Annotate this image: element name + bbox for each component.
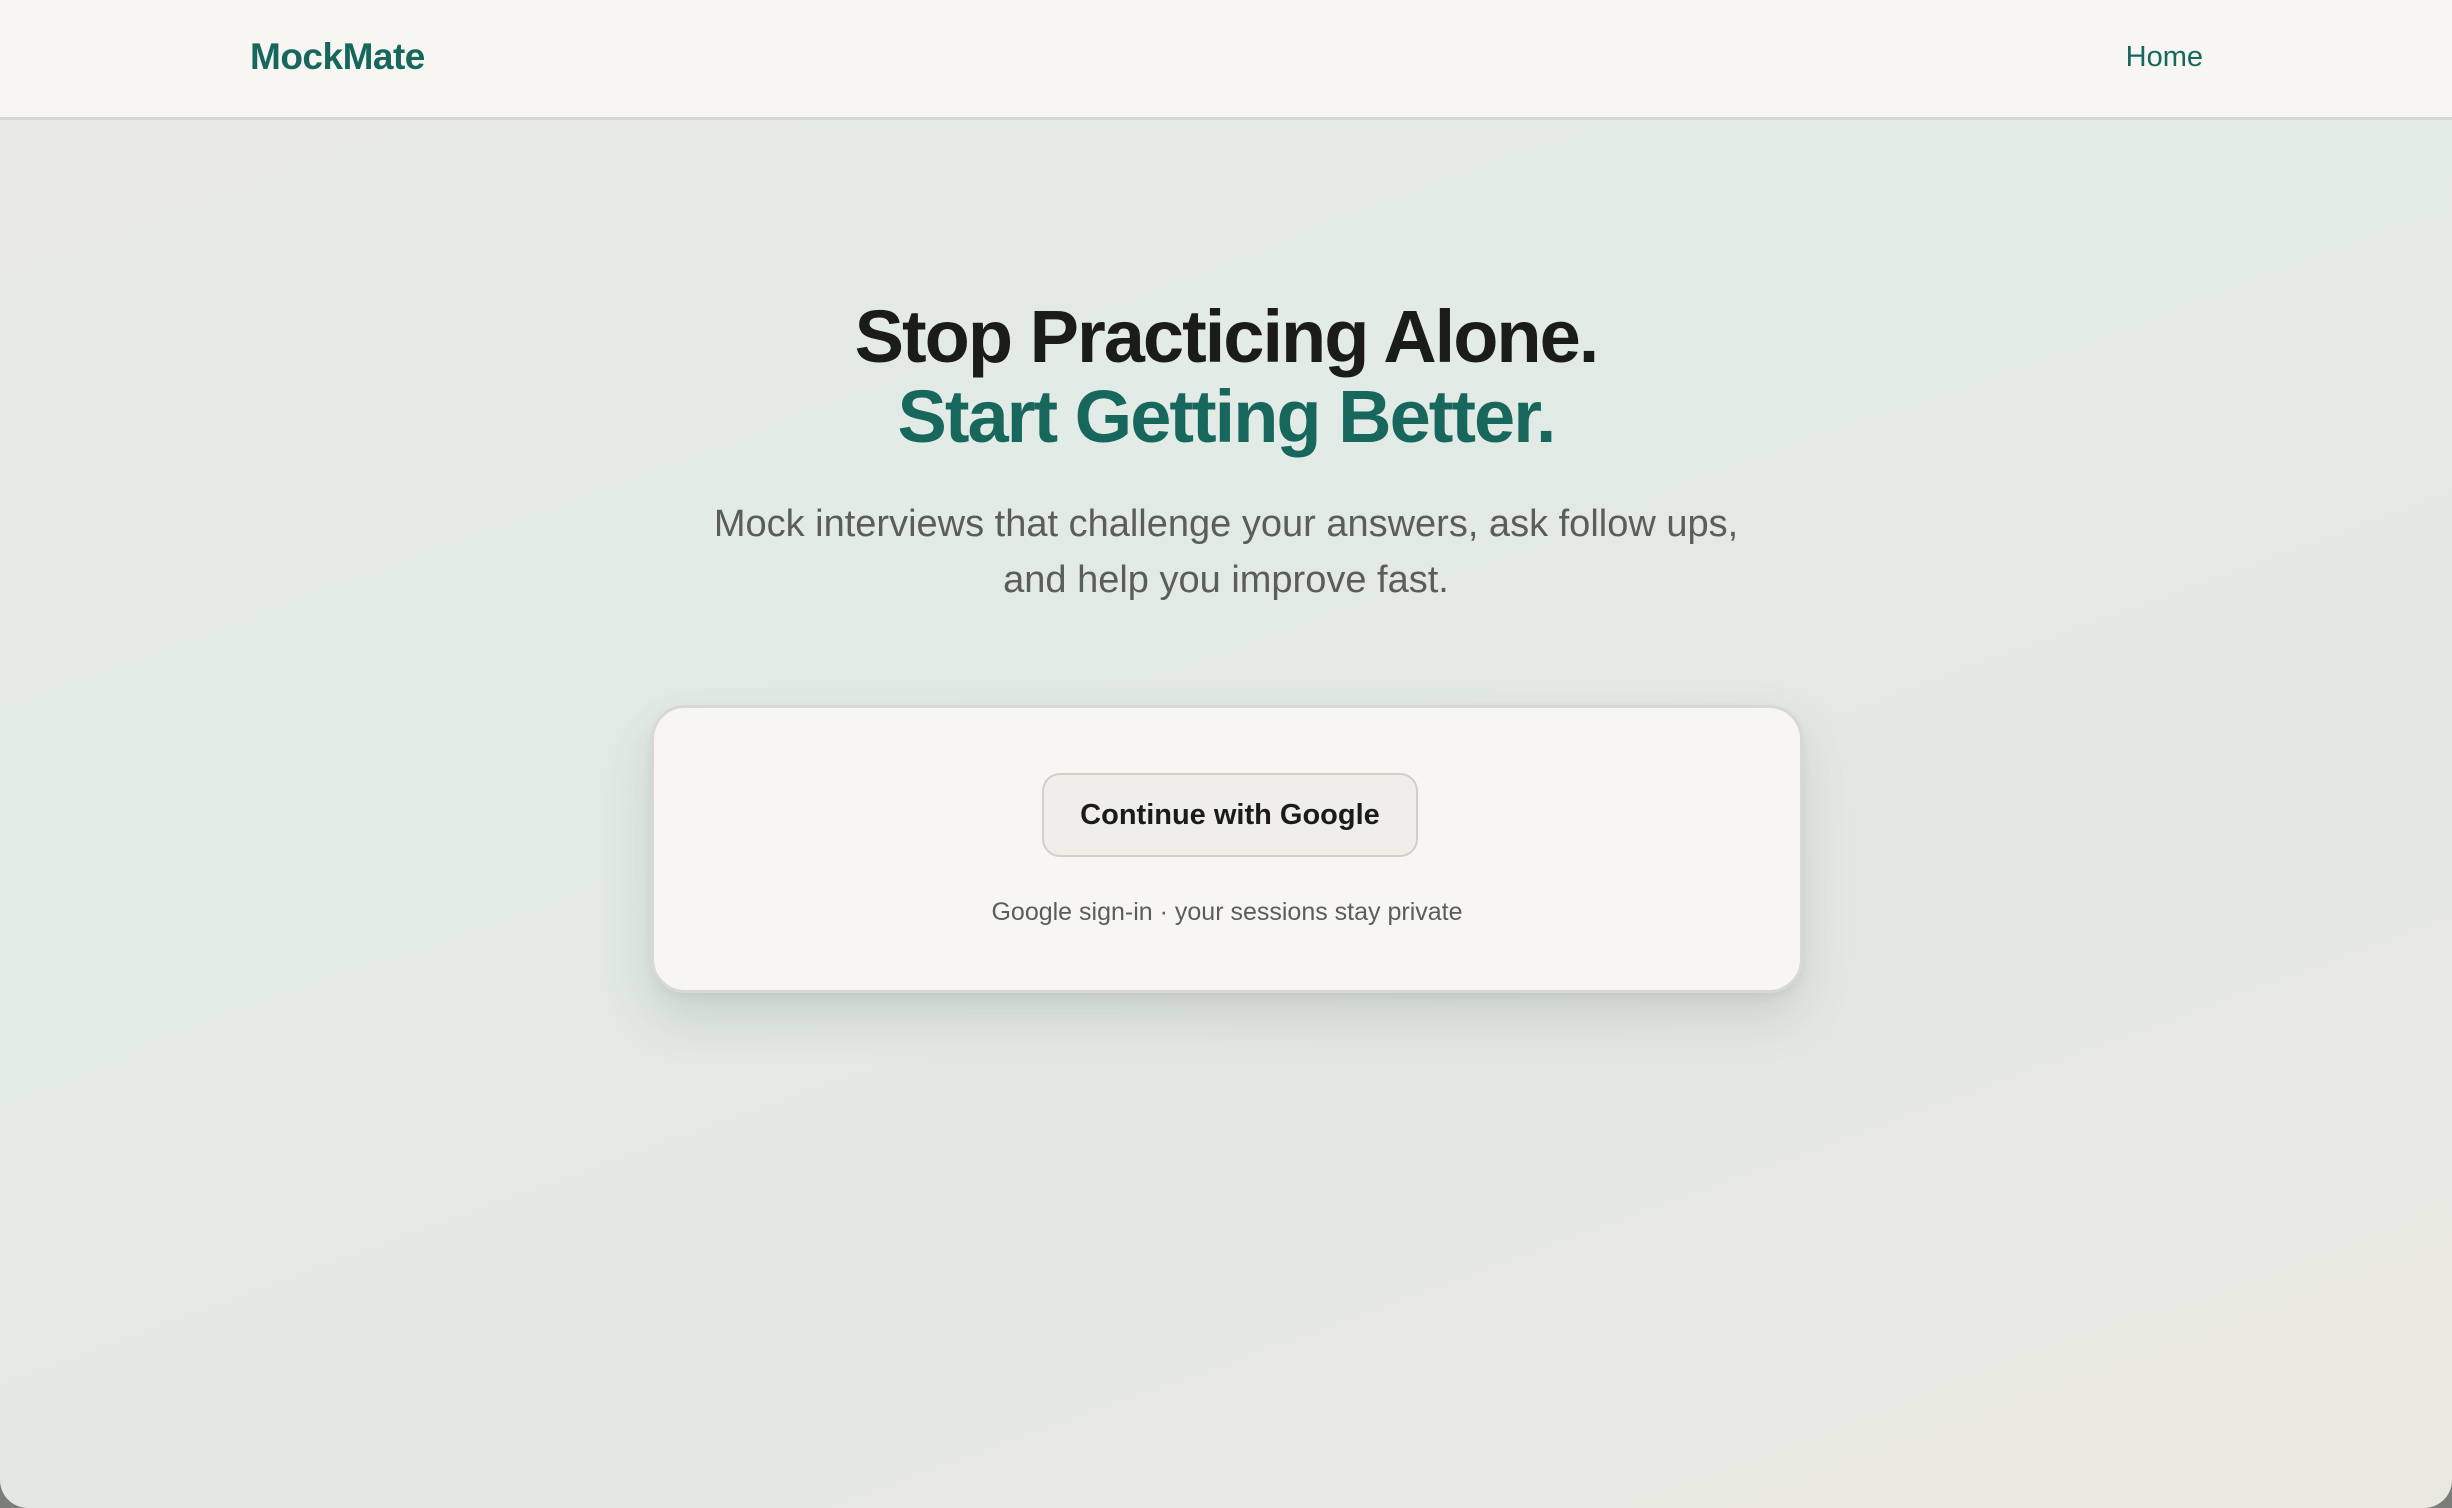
- sign-in-card: Continue with Google Google sign-in · yo…: [651, 705, 1803, 993]
- hero-title-line1: Stop Practicing Alone.: [854, 295, 1600, 378]
- hero-subtitle-line1: Mock interviews that challenge your answ…: [713, 503, 1739, 545]
- hero-title-line2: Start Getting Better.: [897, 375, 1557, 458]
- privacy-note: Google sign-in · your sessions stay priv…: [991, 898, 1463, 926]
- hero-subtitle-line2: and help you improve fast.: [1003, 559, 1449, 601]
- nav-home-link[interactable]: Home: [2126, 41, 2203, 74]
- continue-with-google-button[interactable]: Continue with Google: [1042, 773, 1418, 857]
- hero-subtitle: Mock interviews that challenge your answ…: [0, 496, 2452, 608]
- brand-logo[interactable]: MockMate: [250, 36, 425, 78]
- top-navbar: MockMate Home: [0, 0, 2452, 120]
- app-window: MockMate Home Stop Practicing Alone. Sta…: [0, 0, 2452, 1508]
